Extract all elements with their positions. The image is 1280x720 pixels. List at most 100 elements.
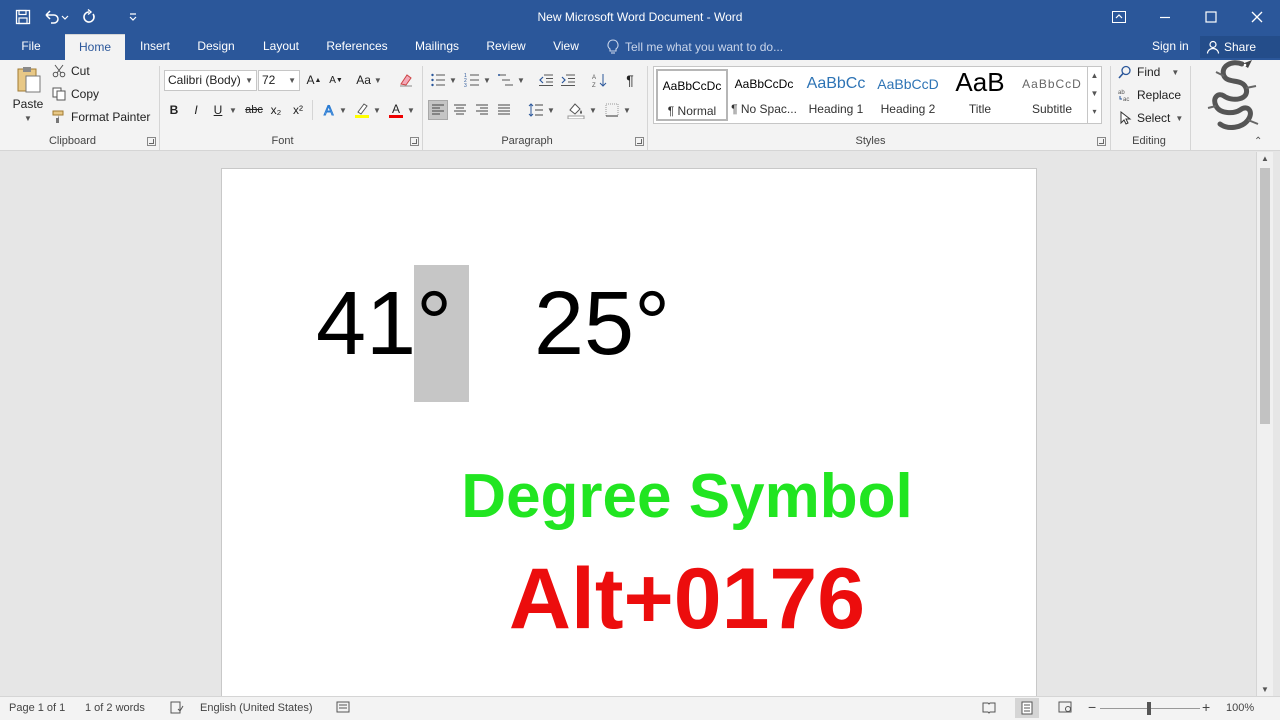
ribbon: Paste ▼ Cut Copy Format Painter Clipboar… xyxy=(0,60,1280,151)
tab-layout[interactable]: Layout xyxy=(256,34,306,60)
sign-in-link[interactable]: Sign in xyxy=(1152,39,1189,53)
style-normal[interactable]: AaBbCcDc ¶ Normal xyxy=(656,69,728,121)
chevron-down-icon[interactable]: ▼ xyxy=(622,100,632,120)
web-layout-icon[interactable] xyxy=(1058,700,1072,717)
tab-references[interactable]: References xyxy=(322,34,392,60)
show-hide-marks-icon[interactable]: ¶ xyxy=(620,70,640,90)
shrink-font-button[interactable]: A ▼ xyxy=(326,70,346,90)
temperature-value-2[interactable]: 25° xyxy=(534,279,670,369)
degree-symbol-heading[interactable]: Degree Symbol xyxy=(452,466,922,528)
tab-review[interactable]: Review xyxy=(482,34,530,60)
chevron-down-icon[interactable]: ▼ xyxy=(588,100,598,120)
copy-button[interactable]: Copy xyxy=(52,87,99,101)
chevron-down-icon[interactable]: ▼ xyxy=(448,70,458,90)
style-heading-1[interactable]: AaBbCc Heading 1 xyxy=(800,69,872,121)
tab-file[interactable]: File xyxy=(8,34,54,60)
shading-icon[interactable] xyxy=(566,100,586,120)
scroll-down-icon[interactable]: ▼ xyxy=(1088,85,1101,103)
more-styles-icon[interactable]: ▾ xyxy=(1088,103,1101,121)
increase-indent-icon[interactable] xyxy=(558,70,578,90)
change-case-button[interactable]: Aa ▼ xyxy=(354,70,384,90)
sort-icon[interactable]: AZ xyxy=(590,70,610,90)
tell-me-box[interactable]: Tell me what you want to do... xyxy=(606,38,783,56)
replace-button[interactable]: ab ac Replace xyxy=(1118,88,1181,102)
decrease-indent-icon[interactable] xyxy=(536,70,556,90)
chevron-down-icon[interactable]: ▼ xyxy=(406,100,416,120)
chevron-down-icon[interactable]: ▼ xyxy=(546,100,556,120)
style-no-spacing[interactable]: AaBbCcDc ¶ No Spac... xyxy=(728,69,800,121)
vertical-scrollbar[interactable]: ▲ ▼ xyxy=(1256,152,1273,696)
grow-font-button[interactable]: A ▲ xyxy=(304,70,324,90)
bullets-icon[interactable] xyxy=(428,70,448,90)
page-count[interactable]: Page 1 of 1 xyxy=(9,702,65,714)
zoom-out-icon[interactable]: − xyxy=(1088,699,1096,715)
close-icon[interactable] xyxy=(1234,0,1280,34)
svg-text:3: 3 xyxy=(464,83,467,88)
underline-button[interactable]: U xyxy=(208,100,228,120)
chevron-down-icon[interactable]: ▼ xyxy=(338,100,348,120)
font-color-button[interactable]: A xyxy=(386,100,406,120)
share-button[interactable]: Share xyxy=(1200,36,1280,58)
bold-button[interactable]: B xyxy=(164,100,184,120)
select-button[interactable]: Select ▼ xyxy=(1118,111,1183,125)
format-painter-button[interactable]: Format Painter xyxy=(52,110,150,124)
chevron-down-icon[interactable]: ▼ xyxy=(516,70,526,90)
chevron-down-icon[interactable]: ▼ xyxy=(372,100,382,120)
borders-icon[interactable] xyxy=(602,100,622,120)
ribbon-display-options-icon[interactable] xyxy=(1096,0,1142,34)
italic-button[interactable]: I xyxy=(186,100,206,120)
temperature-value-1[interactable]: 41° xyxy=(316,279,452,369)
superscript-button[interactable]: x² xyxy=(288,100,308,120)
font-size-dropdown[interactable]: 72 ▼ xyxy=(258,70,300,91)
align-left-icon[interactable] xyxy=(428,100,448,120)
paragraph-dialog-launcher[interactable] xyxy=(635,137,644,146)
zoom-slider-thumb[interactable] xyxy=(1147,702,1151,715)
alt-code-text[interactable]: Alt+0176 xyxy=(452,556,922,642)
minimize-icon[interactable] xyxy=(1142,0,1188,34)
zoom-level[interactable]: 100% xyxy=(1226,702,1254,714)
tab-home[interactable]: Home xyxy=(65,34,125,60)
font-dialog-launcher[interactable] xyxy=(410,137,419,146)
text-effects-icon[interactable]: A xyxy=(320,100,340,120)
maximize-icon[interactable] xyxy=(1188,0,1234,34)
align-right-icon[interactable] xyxy=(472,100,492,120)
word-count[interactable]: 1 of 2 words xyxy=(85,702,145,714)
scroll-up-icon[interactable]: ▲ xyxy=(1261,154,1269,163)
align-center-icon[interactable] xyxy=(450,100,470,120)
macro-recording-icon[interactable] xyxy=(336,700,350,717)
chevron-down-icon[interactable]: ▼ xyxy=(228,100,238,120)
zoom-in-icon[interactable]: + xyxy=(1202,699,1210,715)
chevron-down-icon[interactable]: ▼ xyxy=(482,70,492,90)
document-page[interactable]: 41° 25° Degree Symbol Alt+0176 xyxy=(221,168,1037,696)
subscript-button[interactable]: x₂ xyxy=(266,100,286,120)
tab-insert[interactable]: Insert xyxy=(133,34,177,60)
read-mode-icon[interactable] xyxy=(982,700,996,717)
cut-button[interactable]: Cut xyxy=(52,64,90,78)
paste-button[interactable]: Paste ▼ xyxy=(10,64,46,128)
multilevel-list-icon[interactable] xyxy=(496,70,516,90)
scroll-up-icon[interactable]: ▲ xyxy=(1088,67,1101,85)
proofing-icon[interactable] xyxy=(170,700,184,717)
strikethrough-button[interactable]: abc xyxy=(242,100,266,120)
scrollbar-thumb[interactable] xyxy=(1260,168,1270,424)
tab-mailings[interactable]: Mailings xyxy=(408,34,466,60)
scroll-down-icon[interactable]: ▼ xyxy=(1261,685,1269,694)
tab-design[interactable]: Design xyxy=(192,34,240,60)
tab-view[interactable]: View xyxy=(546,34,586,60)
language-indicator[interactable]: English (United States) xyxy=(200,702,313,714)
print-layout-icon[interactable] xyxy=(1015,698,1039,718)
clear-formatting-icon[interactable] xyxy=(396,70,416,90)
find-button[interactable]: Find ▼ xyxy=(1118,65,1179,79)
clipboard-dialog-launcher[interactable] xyxy=(147,137,156,146)
style-title[interactable]: AaB Title xyxy=(944,67,1016,121)
highlight-icon[interactable] xyxy=(352,100,372,120)
font-family-dropdown[interactable]: Calibri (Body) ▼ xyxy=(164,70,257,91)
collapse-ribbon-icon[interactable]: ⌃ xyxy=(1254,136,1262,147)
line-spacing-icon[interactable] xyxy=(526,100,546,120)
cursor-icon xyxy=(1120,111,1132,125)
styles-dialog-launcher[interactable] xyxy=(1097,137,1106,146)
style-subtitle[interactable]: AaBbCcD Subtitle xyxy=(1016,69,1088,121)
numbering-icon[interactable]: 123 xyxy=(462,70,482,90)
style-heading-2[interactable]: AaBbCcD Heading 2 xyxy=(872,69,944,121)
justify-icon[interactable] xyxy=(494,100,514,120)
